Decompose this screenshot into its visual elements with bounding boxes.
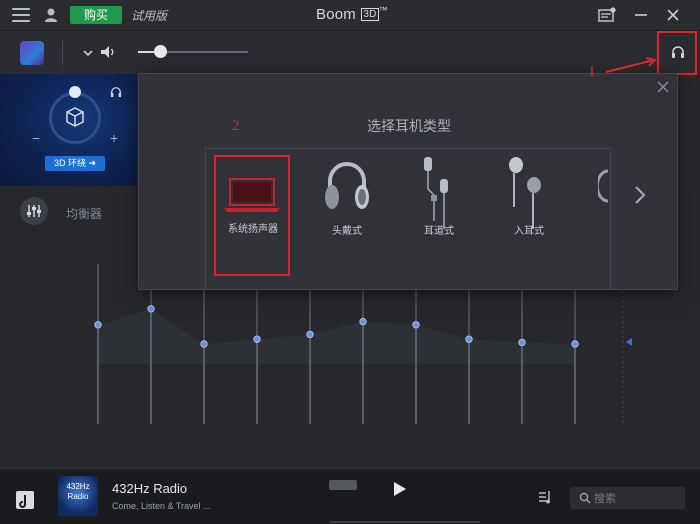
eq-band-handle[interactable]	[465, 335, 473, 343]
notifications-icon[interactable]	[596, 4, 618, 26]
next-arrow-icon[interactable]	[633, 184, 647, 206]
partial-headphone-icon	[598, 169, 609, 203]
eq-band-handle[interactable]	[571, 340, 579, 348]
surround-headphones-icon	[110, 87, 122, 98]
app-title: Boom 3D ™	[316, 5, 388, 23]
option-in-canal[interactable]: 耳道式	[396, 155, 482, 265]
option-label: 耳道式	[424, 226, 454, 237]
eq-curve-area	[98, 308, 575, 364]
title-bar: 购买 试用版 Boom 3D ™	[0, 0, 700, 30]
playback-progress[interactable]	[330, 521, 480, 523]
annotation-arrow	[605, 57, 657, 73]
queue-list-icon[interactable]	[537, 489, 553, 505]
surround-decrease[interactable]: −	[32, 130, 40, 146]
option-over-ear[interactable]: 头戴式	[304, 155, 390, 265]
surround-increase[interactable]: +	[110, 130, 118, 146]
volume-speaker-icon[interactable]	[99, 43, 117, 61]
eq-band-handle[interactable]	[94, 321, 102, 329]
option-label: 系统扬声器	[228, 224, 278, 235]
dialog-close-icon[interactable]	[656, 80, 670, 94]
option-label: 头戴式	[332, 226, 362, 237]
eq-band-handle[interactable]	[306, 330, 314, 339]
option-earbud[interactable]: 入耳式	[486, 155, 572, 265]
eq-preamp-marker[interactable]	[626, 338, 632, 346]
eq-band-handle[interactable]	[412, 321, 420, 329]
buy-button[interactable]: 购买	[70, 6, 122, 24]
minimize-icon[interactable]	[630, 4, 652, 26]
surround-panel: − + 3D 环绕 ➜	[0, 74, 137, 186]
eq-band-handle[interactable]	[253, 335, 261, 343]
mini-player-badge[interactable]	[329, 480, 357, 490]
headphones-icon	[672, 46, 684, 58]
app-3d-badge: 3D	[361, 8, 379, 21]
annotation-step-1: 1	[588, 64, 596, 80]
boom3d-window: 购买 试用版 Boom 3D ™ − + 3D 环绕 ➜ 均衡器 选择耳机类型 …	[0, 0, 700, 524]
surround-dial-handle[interactable]	[69, 86, 81, 98]
trial-version-label: 试用版	[131, 9, 168, 23]
boom-logo-icon[interactable]	[20, 41, 44, 65]
player-bar: 432Hz Radio 432Hz Radio Come, Listen & T…	[0, 468, 700, 524]
headphone-type-button[interactable]	[657, 31, 697, 75]
dialog-title: 选择耳机类型	[367, 118, 451, 134]
hamburger-menu-icon[interactable]	[12, 8, 30, 22]
music-library-icon[interactable]	[16, 491, 34, 509]
search-box[interactable]	[570, 487, 685, 509]
play-icon[interactable]	[393, 481, 407, 497]
surround-3d-button[interactable]: 3D 环绕 ➜	[45, 156, 105, 171]
search-input[interactable]	[594, 490, 680, 506]
cube-3d-icon	[66, 107, 84, 127]
search-icon	[579, 492, 591, 504]
close-icon[interactable]	[662, 4, 684, 26]
user-icon[interactable]	[44, 7, 58, 23]
eq-band-handle[interactable]	[200, 340, 208, 348]
chevron-down-icon[interactable]	[83, 48, 93, 58]
laptop-icon	[224, 178, 280, 212]
eq-band-handle[interactable]	[359, 317, 367, 326]
track-subtitle: Come, Listen & Travel ...	[112, 501, 211, 511]
option-label: 入耳式	[514, 226, 544, 237]
track-title: 432Hz Radio	[112, 481, 188, 496]
trademark-mark: ™	[378, 5, 388, 15]
headphone-options-strip: 系统扬声器 头戴式 耳道式 入耳式	[205, 148, 611, 289]
toolbar-divider	[62, 41, 63, 65]
headphone-type-dialog: 选择耳机类型 系统扬声器 头戴式 耳道式 入耳式	[138, 73, 678, 290]
annotation-step-2: 2	[232, 118, 240, 134]
eq-band-handle[interactable]	[147, 305, 155, 313]
volume-slider-thumb[interactable]	[154, 45, 167, 58]
eq-band-handle[interactable]	[518, 338, 526, 347]
album-art[interactable]: 432Hz Radio	[58, 476, 98, 516]
option-system-speaker[interactable]: 系统扬声器	[214, 155, 290, 276]
over-ear-headphone-icon	[325, 162, 369, 209]
app-name: Boom	[316, 6, 356, 23]
